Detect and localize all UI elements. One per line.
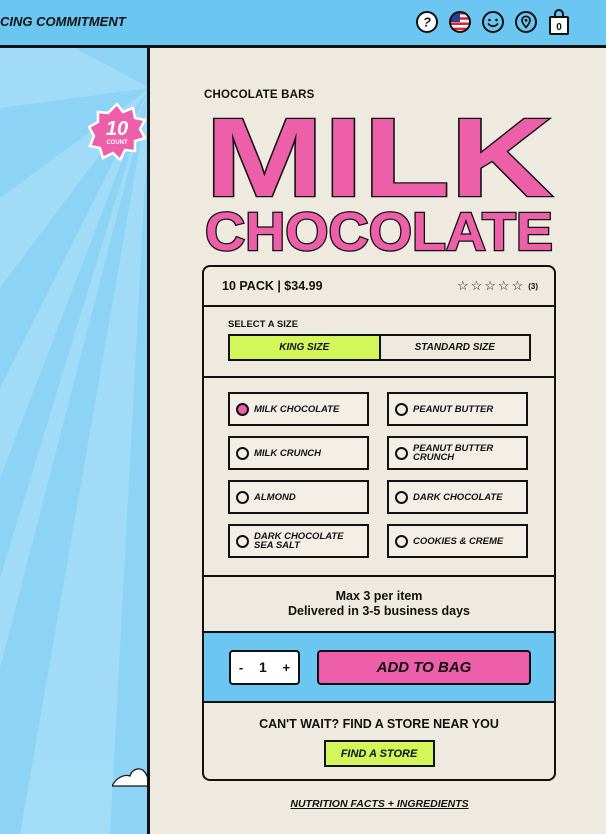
delivery-time-text: Delivered in 3-5 business days <box>287 604 471 618</box>
increment-button[interactable]: + <box>283 660 291 675</box>
purchase-card: 10 PACK | $34.99 ☆ ☆ ☆ ☆ ☆ (3) SELECT A … <box>202 265 556 781</box>
flavor-option[interactable]: DARK CHOCOLATE <box>387 480 528 514</box>
flavor-option[interactable]: COOKIES & CREME <box>387 524 528 558</box>
smiley-icon[interactable] <box>480 7 506 37</box>
radio-icon <box>395 490 408 504</box>
max-per-item-text: Max 3 per item <box>335 589 423 603</box>
radio-icon <box>236 534 249 548</box>
top-bar: CING COMMITMENT ? 0 <box>0 0 606 48</box>
flavor-label: COOKIES & CREME <box>413 535 504 547</box>
nutrition-facts-link[interactable]: NUTRITION FACTS + INGREDIENTS <box>153 798 606 810</box>
star-icon: ☆ <box>456 278 469 293</box>
pack-price: 10 PACK | $34.99 <box>222 279 323 293</box>
flavor-grid: MILK CHOCOLATE PEANUT BUTTER MILK CRUNCH… <box>228 392 554 558</box>
flavor-label: MILK CRUNCH <box>254 447 322 459</box>
flavor-option[interactable]: DARK CHOCOLATE SEA SALT <box>228 524 369 558</box>
product-title-line2: CHOCOLATE <box>205 202 553 254</box>
count-badge-label: COUNT <box>106 140 128 146</box>
radio-icon <box>395 446 408 460</box>
radio-icon <box>236 490 249 504</box>
review-count: (3) <box>528 281 538 291</box>
product-title: MILK CHOCOLATE <box>204 106 555 254</box>
flavor-option[interactable]: PEANUT BUTTER <box>387 392 528 426</box>
delivery-info: Max 3 per item Delivered in 3-5 business… <box>204 577 554 633</box>
bag-icon[interactable]: 0 <box>546 7 572 37</box>
star-icon: ☆ <box>497 278 510 293</box>
hero-image-panel: 10 COUNT <box>0 48 150 834</box>
rating[interactable]: ☆ ☆ ☆ ☆ ☆ (3) <box>457 278 538 294</box>
quantity-stepper: - 1 + <box>229 649 300 685</box>
svg-text:?: ? <box>423 15 431 30</box>
sunburst-rays <box>0 48 147 834</box>
location-icon[interactable] <box>513 7 539 37</box>
add-to-bag-button[interactable]: ADD TO BAG <box>317 649 531 685</box>
promo-banner-text[interactable]: CING COMMITMENT <box>0 14 126 29</box>
flavor-label: MILK CHOCOLATE <box>254 403 340 415</box>
flavor-label: PEANUT BUTTER CRUNCH <box>413 443 494 463</box>
bag-count: 0 <box>556 22 562 33</box>
flavor-option[interactable]: MILK CHOCOLATE <box>228 392 369 426</box>
flavor-option[interactable]: PEANUT BUTTER CRUNCH <box>387 436 528 470</box>
size-option-standard[interactable]: STANDARD SIZE <box>381 336 530 359</box>
size-label: SELECT A SIZE <box>228 319 299 330</box>
radio-icon <box>395 402 408 416</box>
count-badge-number: 10 <box>106 118 128 140</box>
find-store-button[interactable]: FIND A STORE <box>323 740 435 767</box>
help-icon[interactable]: ? <box>414 7 440 37</box>
star-icon: ☆ <box>470 278 483 293</box>
cloud-icon <box>112 768 147 787</box>
size-toggle: KING SIZE STANDARD SIZE <box>228 334 531 361</box>
product-category: CHOCOLATE BARS <box>204 89 315 101</box>
quantity-value[interactable]: 1 <box>259 659 267 675</box>
flavor-label: PEANUT BUTTER <box>413 403 494 415</box>
flavor-label: DARK CHOCOLATE SEA SALT <box>254 531 344 551</box>
product-panel: CHOCOLATE BARS MILK CHOCOLATE 10 PACK | … <box>153 51 606 834</box>
flavor-option[interactable]: ALMOND <box>228 480 369 514</box>
flavor-option[interactable]: MILK CRUNCH <box>228 436 369 470</box>
header-icons: ? 0 <box>414 7 572 37</box>
flavor-label: DARK CHOCOLATE <box>413 491 503 503</box>
size-selector: SELECT A SIZE KING SIZE STANDARD SIZE <box>204 307 554 378</box>
star-icon: ☆ <box>484 278 496 293</box>
star-icon: ☆ <box>511 278 524 293</box>
store-finder: CAN'T WAIT? FIND A STORE NEAR YOU FIND A… <box>204 703 554 779</box>
store-finder-heading: CAN'T WAIT? FIND A STORE NEAR YOU <box>259 717 499 731</box>
radio-selected-icon <box>236 402 249 416</box>
flavor-selector: MILK CHOCOLATE PEANUT BUTTER MILK CRUNCH… <box>204 378 554 577</box>
flavor-label: ALMOND <box>254 491 296 503</box>
decrement-button[interactable]: - <box>239 660 243 675</box>
count-badge: 10 COUNT <box>88 103 146 161</box>
us-flag-icon[interactable] <box>447 7 473 37</box>
cart-row: - 1 + ADD TO BAG <box>204 633 554 703</box>
radio-icon <box>395 534 408 548</box>
size-option-king[interactable]: KING SIZE <box>230 336 381 359</box>
price-row: 10 PACK | $34.99 ☆ ☆ ☆ ☆ ☆ (3) <box>204 267 554 307</box>
radio-icon <box>236 446 249 460</box>
